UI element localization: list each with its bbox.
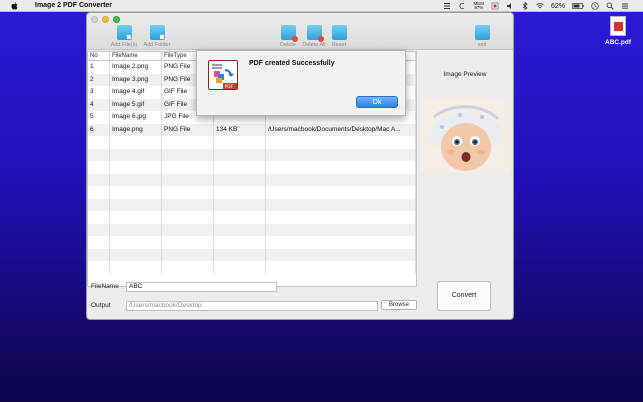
exit-icon (474, 25, 490, 40)
app-name-menu[interactable]: Image 2 PDF Converter (35, 2, 112, 9)
cell-filename: Image 3.png (110, 73, 162, 86)
baby-photo-icon (420, 97, 510, 173)
menu-bar: Image 2 PDF Converter C MEM 97% 62% (0, 0, 643, 12)
empty-row (88, 211, 416, 224)
cell-no: 3 (88, 86, 110, 99)
filename-label: FileName (91, 283, 119, 290)
empty-row (88, 161, 416, 174)
add-folder-label: Add Folder (143, 42, 171, 48)
table-row[interactable]: 6 Image.png PNG File 134 KB /Users/macbo… (88, 123, 416, 136)
battery-percent[interactable]: 62% (551, 3, 565, 10)
reset-label: Reset (331, 42, 347, 48)
ok-button[interactable]: Ok (356, 96, 398, 108)
zoom-window-button[interactable] (113, 16, 120, 23)
status-area: C MEM 97% 62% (443, 0, 629, 12)
column-header-filename[interactable]: FileName (110, 52, 162, 60)
cell-filename: Image 4.gif (110, 86, 162, 99)
exit-button[interactable]: exit (467, 25, 497, 48)
apple-icon[interactable] (10, 1, 19, 10)
memory-value: 97% (474, 5, 484, 10)
bluetooth-icon[interactable] (521, 1, 529, 11)
svg-text:PDF: PDF (225, 84, 234, 90)
empty-row (88, 173, 416, 186)
desktop-pdf-file[interactable]: ABC.pdf (600, 16, 636, 46)
empty-row (88, 248, 416, 261)
c-icon[interactable]: C (458, 2, 466, 11)
memory-monitor[interactable]: MEM 97% (473, 1, 484, 11)
battery-icon[interactable] (572, 2, 584, 10)
convert-button[interactable]: Convert (437, 281, 491, 311)
list-icon[interactable] (443, 2, 451, 10)
add-files-label: Add File(s) (110, 42, 138, 48)
wifi-icon[interactable] (536, 2, 544, 10)
image-preview (420, 97, 510, 173)
image-preview-title: Image Preview (443, 71, 487, 78)
cell-no: 4 (88, 98, 110, 111)
add-folder-icon (149, 25, 165, 40)
output-path-input[interactable]: /Users/macbook/Desktop (126, 301, 378, 311)
spotlight-search-icon[interactable] (606, 2, 614, 10)
column-header-no[interactable]: No (88, 52, 110, 60)
empty-row (88, 236, 416, 249)
window-titlebar-toolbar: Add File(s) Add Folder Delete Delete All… (87, 13, 513, 50)
cell-filetype: PNG File (162, 123, 214, 136)
cell-filename: Image 2.png (110, 61, 162, 74)
output-label: Output (91, 302, 111, 309)
reset-icon (331, 25, 347, 40)
cell-filename: Image 5.gif (110, 98, 162, 111)
cell-filename: Image 6.jpg (110, 111, 162, 124)
notification-center-icon[interactable] (621, 2, 629, 10)
add-folder-button[interactable]: Add Folder (142, 25, 172, 48)
empty-row (88, 148, 416, 161)
clock-icon[interactable] (591, 2, 599, 10)
empty-row (88, 223, 416, 236)
empty-row (88, 198, 416, 211)
cell-filesize: 134 KB (214, 123, 266, 136)
volume-icon[interactable] (506, 2, 514, 10)
exit-label: exit (477, 42, 487, 48)
add-files-button[interactable]: Add File(s) (109, 25, 139, 48)
cell-no: 1 (88, 61, 110, 74)
desktop-file-name: ABC.pdf (605, 39, 631, 46)
delete-icon (280, 25, 298, 42)
browse-button[interactable]: Browse (381, 300, 417, 310)
cell-filename: Image.png (110, 123, 162, 136)
cell-filepath: /Users/macbook/Documents/Desktop/Mac A..… (266, 123, 416, 136)
add-files-icon (116, 25, 132, 40)
filename-input[interactable]: ABC (126, 282, 277, 292)
alert-message: PDF created Successfully (249, 60, 335, 67)
app-logo-icon: PDF (208, 60, 238, 90)
empty-row (88, 136, 416, 149)
svg-text:C: C (459, 2, 465, 10)
close-window-button[interactable] (91, 16, 98, 23)
empty-row (88, 186, 416, 199)
flag-icon[interactable] (491, 2, 499, 10)
minimize-window-button[interactable] (102, 16, 109, 23)
empty-row (88, 261, 416, 274)
delete-all-icon (306, 25, 324, 42)
cell-no: 5 (88, 111, 110, 124)
cell-no: 2 (88, 73, 110, 86)
success-alert-dialog: PDF PDF created Successfully Ok (196, 50, 406, 116)
pdf-file-icon (610, 16, 626, 36)
cell-no: 6 (88, 123, 110, 136)
reset-button[interactable]: Reset (324, 25, 354, 48)
